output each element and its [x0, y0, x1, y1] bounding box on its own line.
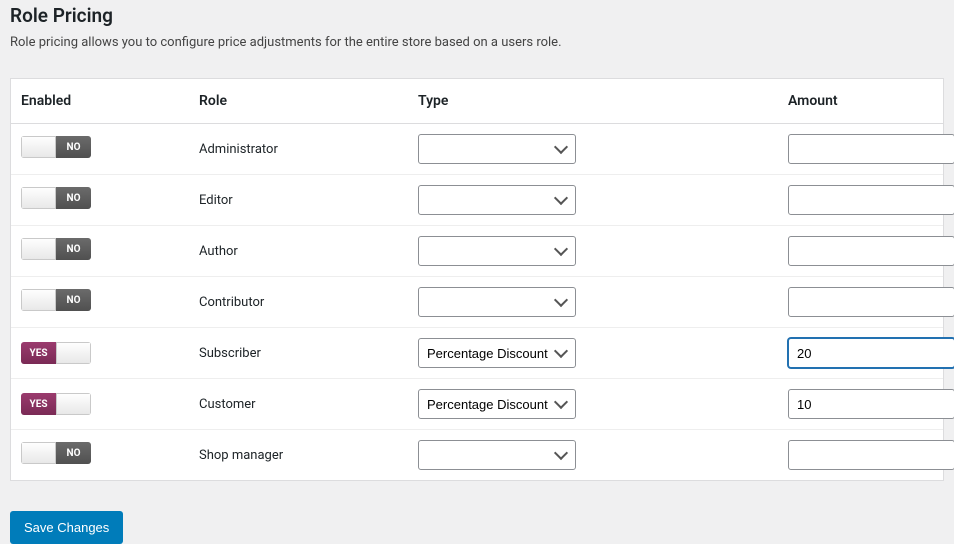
type-select[interactable]: Percentage Discount	[418, 440, 576, 470]
type-select[interactable]: Percentage Discount	[418, 338, 576, 368]
toggle-knob	[21, 136, 56, 158]
save-button[interactable]: Save Changes	[10, 511, 123, 544]
role-label: Subscriber	[199, 346, 418, 361]
type-select[interactable]: Percentage Discount	[418, 287, 576, 317]
table-row: YES SubscriberPercentage Discount	[11, 328, 943, 379]
amount-input[interactable]	[788, 389, 954, 419]
col-type-header: Type	[418, 93, 788, 109]
col-enabled-header: Enabled	[21, 93, 199, 109]
toggle-knob	[21, 289, 56, 311]
enabled-toggle[interactable]: YES	[21, 393, 91, 415]
amount-input[interactable]	[788, 236, 954, 266]
toggle-label: YES	[21, 393, 56, 415]
type-select[interactable]: Percentage Discount	[418, 236, 576, 266]
table-row: NO AdministratorPercentage Discount	[11, 124, 943, 175]
amount-input[interactable]	[788, 287, 954, 317]
role-pricing-panel: Enabled Role Type Amount NO Administrator…	[10, 78, 944, 481]
table-row: YES CustomerPercentage Discount	[11, 379, 943, 430]
toggle-knob	[56, 393, 91, 415]
toggle-label: NO	[56, 136, 91, 158]
enabled-toggle[interactable]: NO	[21, 136, 91, 158]
toggle-label: NO	[56, 238, 91, 260]
amount-input[interactable]	[788, 134, 954, 164]
enabled-toggle[interactable]: YES	[21, 342, 91, 364]
enabled-toggle[interactable]: NO	[21, 187, 91, 209]
type-select-wrap: Percentage Discount	[418, 134, 576, 164]
toggle-knob	[21, 187, 56, 209]
table-row: NO EditorPercentage Discount	[11, 175, 943, 226]
toggle-label: NO	[56, 442, 91, 464]
role-label: Administrator	[199, 142, 418, 157]
toggle-label: YES	[21, 342, 56, 364]
toggle-label: NO	[56, 187, 91, 209]
enabled-toggle[interactable]: NO	[21, 289, 91, 311]
role-label: Editor	[199, 193, 418, 208]
enabled-toggle[interactable]: NO	[21, 442, 91, 464]
page-title: Role Pricing	[10, 4, 944, 27]
type-select-wrap: Percentage Discount	[418, 287, 576, 317]
toggle-knob	[21, 238, 56, 260]
amount-input[interactable]	[788, 185, 954, 215]
toggle-knob	[21, 442, 56, 464]
role-label: Author	[199, 244, 418, 259]
type-select[interactable]: Percentage Discount	[418, 389, 576, 419]
type-select-wrap: Percentage Discount	[418, 338, 576, 368]
col-amount-header: Amount	[788, 93, 933, 109]
role-label: Customer	[199, 397, 418, 412]
toggle-knob	[56, 342, 91, 364]
role-label: Contributor	[199, 295, 418, 310]
table-row: NO AuthorPercentage Discount	[11, 226, 943, 277]
type-select[interactable]: Percentage Discount	[418, 185, 576, 215]
toggle-label: NO	[56, 289, 91, 311]
role-label: Shop manager	[199, 448, 418, 463]
type-select-wrap: Percentage Discount	[418, 389, 576, 419]
type-select-wrap: Percentage Discount	[418, 440, 576, 470]
page-description: Role pricing allows you to configure pri…	[10, 35, 944, 50]
type-select[interactable]: Percentage Discount	[418, 134, 576, 164]
type-select-wrap: Percentage Discount	[418, 236, 576, 266]
amount-input[interactable]	[788, 440, 954, 470]
col-role-header: Role	[199, 93, 418, 109]
table-header: Enabled Role Type Amount	[11, 79, 943, 124]
enabled-toggle[interactable]: NO	[21, 238, 91, 260]
table-row: NO Shop managerPercentage Discount	[11, 430, 943, 480]
amount-input[interactable]	[788, 338, 954, 368]
table-row: NO ContributorPercentage Discount	[11, 277, 943, 328]
type-select-wrap: Percentage Discount	[418, 185, 576, 215]
